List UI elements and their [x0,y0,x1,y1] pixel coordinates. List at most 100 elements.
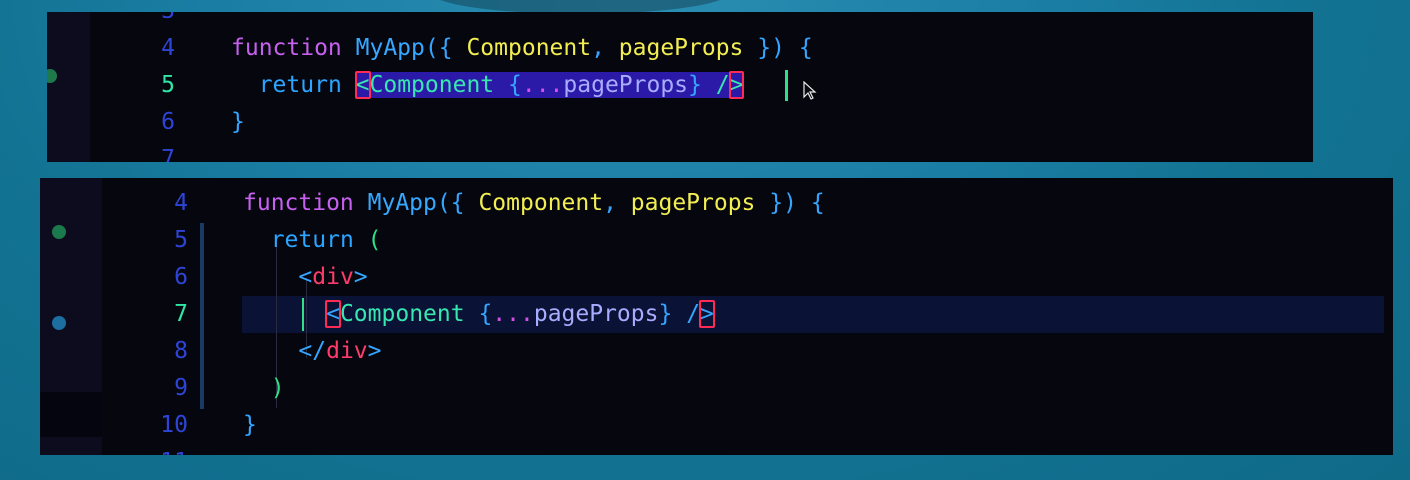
code-line[interactable]: 5 return <Component {...pageProps} /> [47,67,1313,104]
code-line[interactable]: 10} [40,407,1393,444]
code-token: ) [270,375,285,401]
line-number[interactable]: 11 [120,444,188,455]
code-token: ({ [424,35,453,61]
code-line[interactable]: 4 function MyApp({ Component, pageProps }… [40,185,1393,222]
code-line[interactable]: 6 <div> [40,259,1393,296]
code-token: > [353,264,368,290]
code-token: </ [298,338,327,364]
code-token [494,72,508,98]
code-token: } [243,412,257,438]
code-token: ... [492,301,534,327]
code-token: return [270,227,354,253]
code-token: / [686,301,701,327]
code-token: > [699,300,715,328]
code-token: ({ [436,190,465,216]
code-token: { [508,72,522,98]
code-token: } [688,72,702,98]
code-token: pageProps [533,301,659,327]
code-line[interactable]: 11 [40,444,1393,455]
code-text[interactable]: } [231,104,245,141]
line-number[interactable]: 6 [120,259,188,296]
code-token: ( [367,227,382,253]
line-number[interactable]: 4 [120,185,188,222]
code-token: Component [339,301,465,327]
code-line[interactable]: 4 function MyApp({ Component, pageProps }… [47,30,1313,67]
code-token: }) [757,35,785,61]
code-editor-bottom[interactable]: 4 function MyApp({ Component, pageProps }… [40,178,1393,455]
code-token: pageProps [563,72,689,98]
code-token: pageProps [618,35,744,61]
code-text[interactable]: return <Component {...pageProps} /> [231,67,745,104]
line-number[interactable]: 5 [107,67,175,104]
code-token: div [326,338,368,364]
code-token: > [728,71,745,99]
code-token: pageProps [630,190,756,216]
code-token: > [367,338,382,364]
line-number[interactable]: 10 [120,407,188,444]
line-number[interactable]: 9 [120,370,188,407]
code-line[interactable]: 7 [47,141,1313,162]
code-token: Component [478,190,604,216]
code-token: < [354,71,371,99]
code-token: { [810,190,825,216]
line-number[interactable]: 7 [107,141,175,162]
line-number[interactable]: 4 [107,30,175,67]
code-line[interactable]: 6} [47,104,1313,141]
code-token: }) [769,190,797,216]
code-token: } [231,109,245,135]
code-line[interactable]: 5 return ( [40,222,1393,259]
code-text[interactable]: function MyApp({ Component, pageProps })… [243,185,825,222]
code-text[interactable]: </div> [243,333,382,370]
code-text[interactable]: return ( [243,222,382,259]
code-token [701,72,716,98]
code-token: return [258,72,342,98]
code-text[interactable]: <Component {...pageProps} /> [243,296,715,333]
code-line[interactable]: 9 ) [40,370,1393,407]
line-number[interactable]: 7 [120,296,188,333]
code-text[interactable]: ) [243,370,285,407]
line-number[interactable]: 8 [120,333,188,370]
code-line[interactable]: 7 <Component {...pageProps} /> [40,296,1393,333]
line-number[interactable]: 5 [120,222,188,259]
code-token: } [658,301,673,327]
code-token: function [231,35,342,61]
text-cursor [785,70,788,101]
code-text[interactable]: function MyApp({ Component, pageProps })… [231,30,813,67]
mouse-pointer-icon [803,81,817,100]
code-token: < [325,300,341,328]
line-number[interactable]: 3 [107,12,175,30]
code-line[interactable]: 8 </div> [40,333,1393,370]
code-token: MyApp [367,190,437,216]
code-text[interactable]: <div> [243,259,368,296]
code-token: { [798,35,813,61]
code-token: MyApp [355,35,425,61]
code-token: Component [369,72,495,98]
code-token: < [298,264,313,290]
code-token: div [312,264,354,290]
line-number[interactable]: 6 [107,104,175,141]
code-editor-top[interactable]: 34 function MyApp({ Component, pageProps … [47,12,1313,162]
code-text[interactable]: } [243,407,257,444]
code-line[interactable]: 3 [47,12,1313,30]
code-token: ... [521,72,564,98]
code-token: { [478,301,493,327]
code-token: function [243,190,354,216]
